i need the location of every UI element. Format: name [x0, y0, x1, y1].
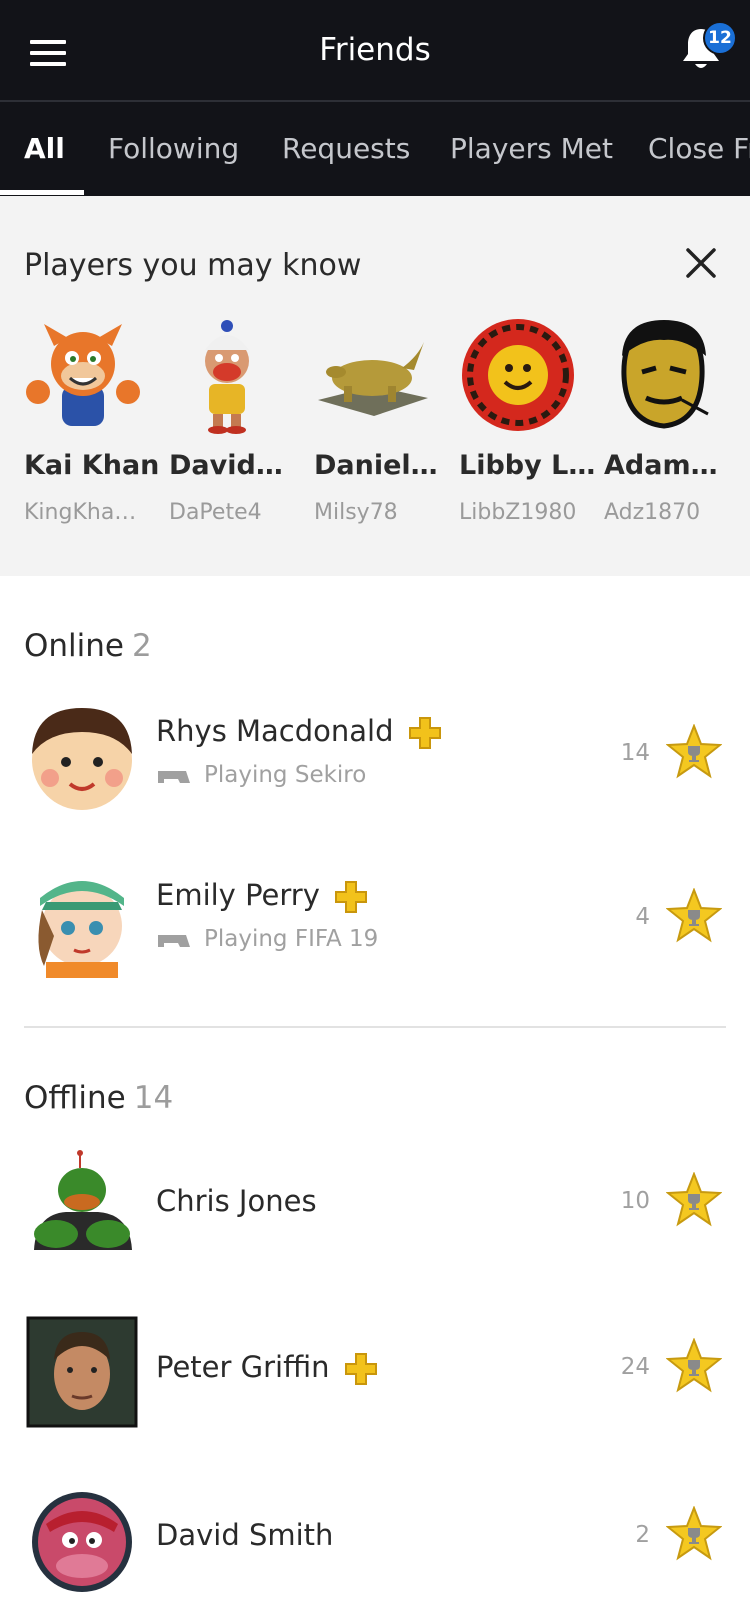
ps-plus-icon [408, 717, 441, 749]
friend-row[interactable]: Emily Perry Playing FIFA 19 4 [0, 856, 750, 986]
avatar [205, 320, 249, 434]
active-tab-indicator [0, 190, 84, 195]
trophy-level: 2 [635, 1522, 650, 1548]
offline-section-heading: Offline 14 [24, 1080, 173, 1116]
suggested-player-name: Adam… [604, 450, 718, 481]
offline-count: 14 [133, 1080, 174, 1116]
trophy-icon [666, 1338, 722, 1393]
online-section-heading: Online 2 [24, 628, 152, 664]
trophy-level: 14 [620, 740, 650, 766]
trophy-level: 4 [635, 904, 650, 930]
suggested-player-handle: DaPete4 [169, 500, 262, 525]
notification-badge: 12 [703, 21, 737, 55]
suggested-player-name: Daniel… [314, 450, 438, 481]
offline-label: Offline [24, 1080, 126, 1116]
suggested-player-name: Kai Khan [24, 450, 160, 481]
friend-status: Playing Sekiro [156, 762, 366, 788]
friend-name-text: David Smith [156, 1518, 334, 1552]
suggested-player-name: David… [169, 450, 283, 481]
ps-plus-icon [334, 881, 367, 913]
ps-plus-icon [344, 1353, 377, 1385]
avatar [32, 1492, 132, 1592]
suggested-player-handle: KingKha… [24, 500, 137, 525]
trophy-icon [666, 888, 722, 943]
friend-name: Rhys Macdonald [156, 714, 442, 750]
suggested-player-handle: LibbZ1980 [459, 500, 577, 525]
tab-players-met[interactable]: Players Met [450, 132, 613, 165]
controller-icon [158, 934, 190, 947]
suggested-player-handle: Milsy78 [314, 500, 398, 525]
section-divider [24, 1026, 726, 1028]
avatar [34, 1150, 132, 1250]
friend-row[interactable]: Chris Jones 10 [0, 1140, 750, 1270]
friend-name: Chris Jones [156, 1184, 317, 1218]
friend-name-text: Emily Perry [156, 878, 320, 912]
friend-row[interactable]: David Smith 2 [0, 1474, 750, 1604]
page-title: Friends [319, 32, 431, 68]
controller-icon [158, 770, 190, 783]
trophy-level: 10 [620, 1188, 650, 1214]
friend-status-text: Playing Sekiro [204, 762, 367, 788]
close-icon[interactable] [684, 246, 718, 280]
friend-status-text: Playing FIFA 19 [204, 926, 379, 952]
friend-name: Emily Perry [156, 878, 368, 914]
suggested-player-handle: Adz1870 [604, 500, 701, 525]
tab-close-friends[interactable]: Close Fr [648, 132, 750, 165]
tab-requests[interactable]: Requests [282, 132, 410, 165]
avatar [318, 342, 428, 416]
friend-name-text: Rhys Macdonald [156, 714, 394, 748]
suggestions-title: Players you may know [24, 248, 362, 283]
online-count: 2 [132, 628, 152, 664]
trophy-icon [666, 1172, 722, 1227]
trophy-icon [666, 724, 722, 779]
trophy-level: 24 [620, 1354, 650, 1380]
friend-name-text: Peter Griffin [156, 1350, 330, 1384]
online-label: Online [24, 628, 124, 664]
friend-status: Playing FIFA 19 [156, 926, 378, 952]
avatar [26, 1316, 138, 1428]
friend-row[interactable]: Peter Griffin 24 [0, 1306, 750, 1436]
tab-all[interactable]: All [24, 132, 65, 165]
avatar [26, 324, 140, 426]
avatar [621, 320, 709, 429]
friend-name-text: Chris Jones [156, 1184, 317, 1218]
friend-row[interactable]: Rhys Macdonald Playing Sekiro 14 [0, 692, 750, 822]
top-bar: Friends 12 [0, 0, 750, 102]
tab-bar: All Following Requests Players Met Close… [0, 102, 750, 196]
trophy-icon [666, 1506, 722, 1561]
friend-name: David Smith [156, 1518, 333, 1552]
friend-name: Peter Griffin [156, 1350, 378, 1386]
avatar [38, 881, 124, 978]
avatar [32, 708, 132, 810]
suggested-player-name: Libby L… [459, 450, 596, 481]
suggestions-panel: Players you may know Kai Khan KingKha… D… [0, 196, 750, 576]
avatar [462, 319, 574, 431]
tab-following[interactable]: Following [108, 132, 239, 165]
